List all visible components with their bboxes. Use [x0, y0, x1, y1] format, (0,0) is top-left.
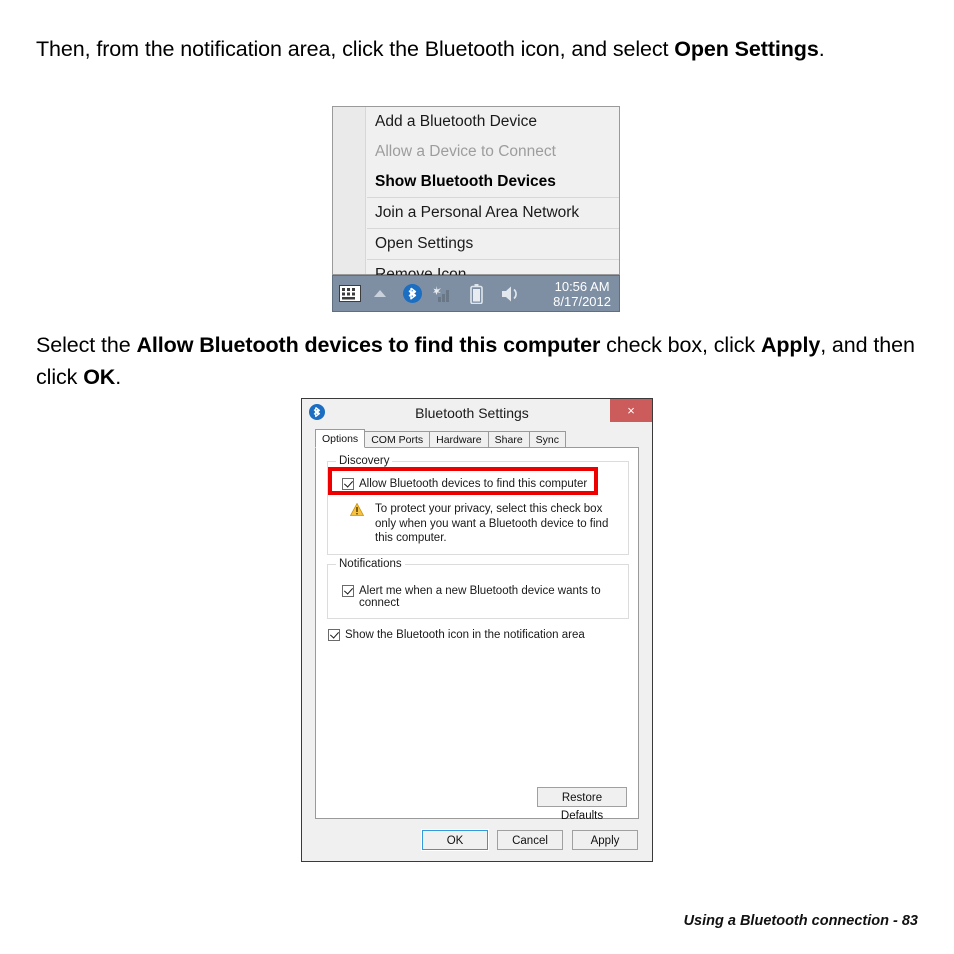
tab-options[interactable]: Options — [315, 429, 366, 448]
clock-date: 8/17/2012 — [553, 293, 611, 309]
paragraph-1-bold-open-settings: Open Settings — [674, 37, 819, 61]
paragraph-2-bold-apply: Apply — [760, 333, 821, 357]
instruction-paragraph-1: Then, from the notification area, click … — [36, 33, 926, 65]
context-menu-panel: Add a Bluetooth Device Allow a Device to… — [332, 106, 620, 283]
show-bluetooth-icon-checkbox-row[interactable]: Show the Bluetooth icon in the notificat… — [328, 629, 585, 641]
paragraph-2-bold-allow-bluetooth: Allow Bluetooth devices to find this com… — [136, 333, 601, 357]
menu-item-add-a-bluetooth-device[interactable]: Add a Bluetooth Device — [367, 107, 619, 137]
paragraph-2-text-a: Select the — [36, 333, 137, 357]
alert-new-device-checkbox[interactable] — [342, 585, 354, 597]
keyboard-icon[interactable] — [337, 285, 363, 302]
paragraph-2-text-b: check box, click — [600, 333, 761, 357]
discovery-group: Discovery Allow Bluetooth devices to fin… — [327, 455, 629, 555]
dialog-title: Bluetooth Settings — [415, 404, 529, 421]
paragraph-2-text-d: . — [115, 365, 122, 389]
ok-button[interactable]: OK — [421, 829, 489, 851]
instruction-paragraph-2: Select the Allow Bluetooth devices to fi… — [36, 329, 926, 393]
cancel-button[interactable]: Cancel — [497, 830, 563, 850]
taskbar-notification-area: 10:56 AM 8/17/2012 — [332, 275, 620, 312]
restore-defaults-button[interactable]: Restore Defaults — [537, 787, 627, 822]
battery-icon[interactable] — [459, 283, 493, 304]
page-footer: Using a Bluetooth connection - 83 — [683, 913, 918, 929]
menu-item-join-a-personal-area-network[interactable]: Join a Personal Area Network — [367, 198, 619, 228]
alert-new-device-checkbox-row[interactable]: Alert me when a new Bluetooth device wan… — [342, 585, 628, 609]
menu-item-allow-a-device-to-connect: Allow a Device to Connect — [375, 143, 556, 160]
dialog-title-bar: Bluetooth Settings × — [302, 399, 652, 426]
paragraph-2-bold-ok: OK — [83, 365, 116, 389]
apply-button[interactable]: Apply — [572, 830, 638, 850]
bluetooth-context-menu-figure: Add a Bluetooth Device Allow a Device to… — [332, 106, 620, 312]
privacy-warning-text: To protect your privacy, select this che… — [375, 503, 609, 544]
tab-sync[interactable]: Sync — [528, 431, 567, 447]
allow-discovery-label: Allow Bluetooth devices to find this com… — [359, 478, 588, 490]
menu-item-open-settings[interactable]: Open Settings — [367, 229, 619, 259]
show-bluetooth-icon-label: Show the Bluetooth icon in the notificat… — [345, 629, 585, 641]
context-menu-list: Add a Bluetooth Device Allow a Device to… — [367, 107, 619, 283]
taskbar-clock[interactable]: 10:56 AM 8/17/2012 — [553, 279, 611, 309]
tab-hardware[interactable]: Hardware — [429, 431, 489, 447]
bluetooth-icon[interactable] — [397, 284, 427, 303]
allow-discovery-checkbox[interactable] — [342, 478, 354, 490]
show-bluetooth-icon-checkbox[interactable] — [328, 629, 340, 641]
alert-new-device-label: Alert me when a new Bluetooth device wan… — [359, 585, 601, 609]
options-tab-page: Discovery Allow Bluetooth devices to fin… — [315, 447, 639, 822]
discovery-group-label: Discovery — [336, 455, 393, 467]
menu-item-show-bluetooth-devices[interactable]: Show Bluetooth Devices — [367, 167, 619, 197]
allow-discovery-checkbox-row[interactable]: Allow Bluetooth devices to find this com… — [342, 478, 587, 490]
volume-icon[interactable] — [493, 285, 527, 303]
warning-icon — [349, 502, 365, 516]
show-hidden-icons-chevron-icon[interactable] — [363, 289, 397, 298]
close-icon[interactable]: × — [610, 399, 652, 422]
notifications-group-label: Notifications — [336, 558, 405, 570]
paragraph-1-text-a: Then, from the notification area, click … — [36, 37, 675, 61]
clock-time: 10:56 AM — [554, 278, 610, 294]
bluetooth-icon — [309, 404, 325, 420]
bluetooth-settings-dialog: Bluetooth Settings × Options COM Ports H… — [301, 398, 653, 862]
network-signal-icon[interactable] — [427, 285, 459, 303]
notifications-group: Notifications Alert me when a new Blueto… — [327, 558, 629, 619]
tab-com-ports[interactable]: COM Ports — [364, 431, 431, 447]
tab-share[interactable]: Share — [487, 431, 530, 447]
context-menu-gutter — [333, 107, 366, 274]
dialog-footer: OK Cancel Apply — [302, 819, 652, 861]
privacy-warning-row: To protect your privacy, select this che… — [349, 502, 618, 546]
paragraph-1-text-b: . — [818, 37, 825, 61]
dialog-tab-strip: Options COM Ports Hardware Share Sync — [315, 429, 652, 448]
